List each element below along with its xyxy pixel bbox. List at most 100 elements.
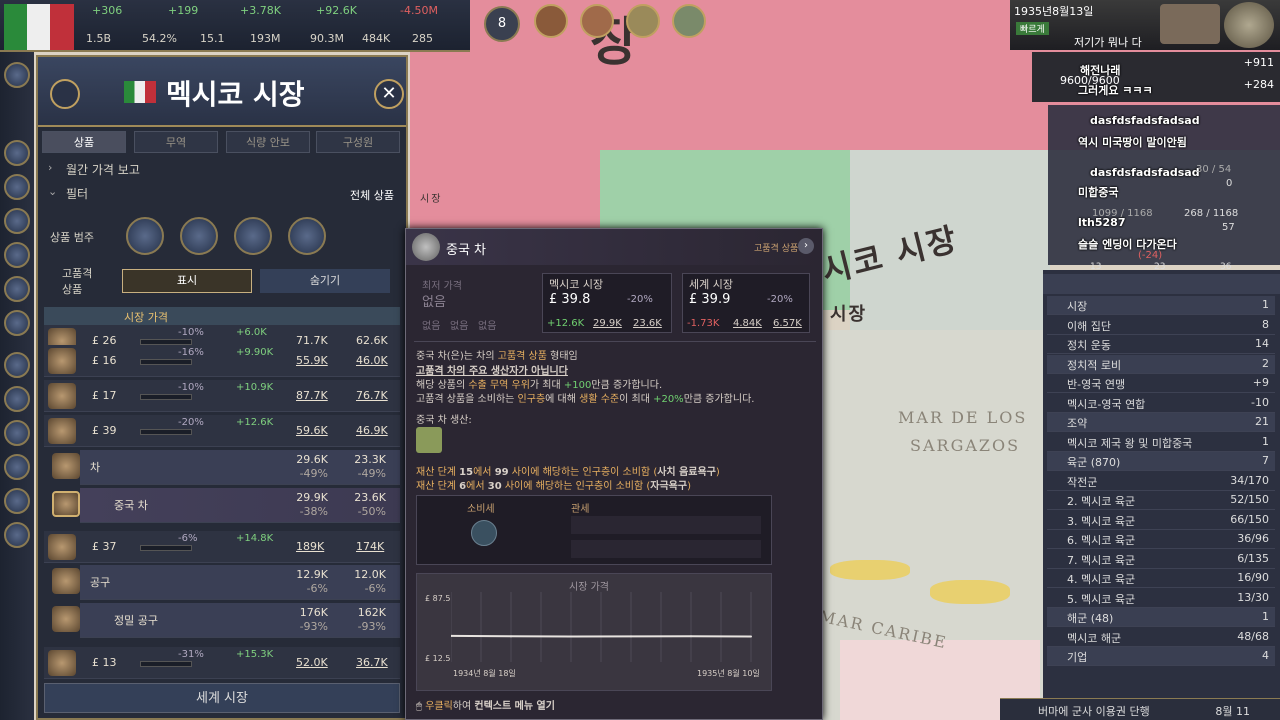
outliner-item[interactable]: 이해 집단 8 [1047, 316, 1275, 335]
category-industrial-icon[interactable] [180, 217, 218, 255]
outliner-item[interactable]: 멕시코 제국 왕 및 미합중국 1 [1047, 433, 1275, 452]
back-button[interactable] [50, 79, 80, 109]
outliner-item[interactable]: 7. 멕시코 육군 6/135 [1047, 550, 1275, 569]
table-row[interactable]: £ 17 -10% +10.9K 87.7K 76.7K [44, 380, 400, 412]
government-menu-icon[interactable] [4, 140, 30, 166]
row-supply[interactable]: 52.0K [296, 656, 328, 669]
outliner-item[interactable]: 5. 멕시코 육군 13/30 [1047, 589, 1275, 608]
row-supply[interactable]: 87.7K [296, 389, 328, 402]
outliner-item[interactable]: 시장 1 [1047, 296, 1275, 315]
outliner-item[interactable]: 멕시코 해군 48/68 [1047, 628, 1275, 647]
stat-gdp[interactable]: 1.5B [86, 32, 111, 45]
tab-trade[interactable]: 무역 [134, 131, 218, 153]
outliner-icon[interactable] [534, 4, 568, 38]
sub-row-tools[interactable]: 공구 12.9K -6% 12.0K -6% [52, 565, 400, 600]
import-tariff-slider[interactable] [571, 516, 761, 534]
chevron-right-icon[interactable]: › [48, 161, 52, 174]
clock-icon[interactable] [1224, 2, 1274, 48]
category-luxury-icon[interactable] [234, 217, 272, 255]
monthly-report-toggle[interactable]: 월간 가격 보고 [66, 161, 140, 178]
outliner-item[interactable]: 해군 (48) 1 [1047, 608, 1275, 627]
stat-literacy[interactable]: 54.2% [142, 32, 177, 45]
outliner-item[interactable]: 3. 멕시코 육군 66/150 [1047, 511, 1275, 530]
arrow-right-icon[interactable]: › [798, 238, 814, 254]
world-market-button[interactable]: 세계 시장 [44, 683, 400, 713]
mini-c: 1099 / 1168 [1092, 208, 1153, 219]
show-button[interactable]: 표시 [122, 269, 252, 293]
menu-1-icon[interactable] [4, 62, 30, 88]
budget-menu-icon[interactable] [4, 208, 30, 234]
outliner-item[interactable]: 기업 4 [1047, 647, 1275, 666]
table-row[interactable]: £ 13 -31% +15.3K 52.0K 36.7K [44, 647, 400, 679]
chevron-down-icon[interactable]: ⌄ [48, 185, 57, 198]
tax-lock-icon[interactable] [471, 520, 497, 546]
table-row[interactable]: £ 37 -6% +14.8K 189K 174K [44, 531, 400, 563]
military-menu-icon[interactable] [4, 276, 30, 302]
col-price-header[interactable]: 시장 가격 [124, 309, 168, 325]
stat-balance[interactable]: +92.6K [316, 4, 357, 17]
notification-counter[interactable]: 8 [484, 6, 520, 42]
row-supply[interactable]: 55.9K [296, 354, 328, 367]
stat-sol[interactable]: 15.1 [200, 32, 225, 45]
ledger-menu-icon[interactable] [4, 522, 30, 548]
outliner-item[interactable]: 육군 (870) 7 [1047, 452, 1275, 471]
outliner-item[interactable]: 조약 21 [1047, 413, 1275, 432]
politics-menu-icon[interactable] [4, 174, 30, 200]
row-demand[interactable]: 174K [356, 540, 384, 553]
export-tariff-slider[interactable] [571, 540, 761, 558]
filter-toggle[interactable]: 필터 [66, 185, 88, 202]
mexico-flag[interactable] [4, 4, 74, 50]
factory-icon[interactable] [1160, 4, 1220, 44]
row-demand[interactable]: 46.0K [356, 354, 388, 367]
stat-workforce[interactable]: 90.3M [310, 32, 344, 45]
outliner-item[interactable]: 멕시코-영국 연합 -10 [1047, 394, 1275, 413]
outliner-item[interactable]: 반-영국 연맹 +9 [1047, 374, 1275, 393]
outliner-item[interactable]: 4. 멕시코 육군 16/90 [1047, 569, 1275, 588]
row-supply[interactable]: 189K [296, 540, 324, 553]
culture-menu-icon[interactable] [4, 386, 30, 412]
hispaniola[interactable] [930, 580, 1010, 604]
sub-row-fine-tools[interactable]: 정밀 공구 176K -93% 162K -93% [52, 603, 400, 638]
pops-menu-icon[interactable] [4, 352, 30, 378]
category-staple-icon[interactable] [126, 217, 164, 255]
tab-food-security[interactable]: 식량 안보 [226, 131, 310, 153]
outliner-item[interactable]: 정치적 로비 2 [1047, 354, 1275, 374]
row-supply[interactable]: 59.6K [296, 424, 328, 437]
table-row[interactable]: £ 16 -16% +9.90K 55.9K 46.0K [44, 345, 400, 377]
row-demand[interactable]: 46.9K [356, 424, 388, 437]
stat-influence[interactable]: +3.78K [240, 4, 281, 17]
outliner-tabs[interactable] [1043, 274, 1280, 294]
sub-row-tea[interactable]: 차 29.6K -49% 23.3K -49% [52, 450, 400, 485]
speed-indicator[interactable]: 빠르게 [1016, 22, 1049, 35]
date-sub: 저기가 뭐나 다 [1074, 36, 1142, 49]
sub-row-chinese-tea[interactable]: 중국 차 29.9K -38% 23.6K -50% [52, 488, 400, 523]
outliner-item[interactable]: 2. 멕시코 육군 52/150 [1047, 491, 1275, 510]
stat-legitimacy[interactable]: +199 [168, 4, 198, 17]
outliner-item[interactable]: 6. 멕시코 육군 36/96 [1047, 530, 1275, 549]
outliner-item[interactable]: 정치 운동 14 [1047, 335, 1275, 354]
row-demand[interactable]: 76.7K [356, 389, 388, 402]
journal-menu-icon[interactable] [4, 488, 30, 514]
row-demand[interactable]: 36.7K [356, 656, 388, 669]
tab-goods[interactable]: 상품 [42, 131, 126, 153]
outliner-item[interactable]: 작전군 34/170 [1047, 472, 1275, 491]
bottom-notification[interactable]: 버마에 군사 이용권 단행 8월 11 [1000, 698, 1280, 720]
close-button[interactable]: ✕ [374, 79, 404, 109]
technology-icon[interactable] [626, 4, 660, 38]
tab-members[interactable]: 구성원 [316, 131, 400, 153]
religion-menu-icon[interactable] [4, 454, 30, 480]
tech-menu-icon[interactable] [4, 420, 30, 446]
government-icon[interactable] [672, 4, 706, 38]
cuba[interactable] [830, 560, 910, 580]
production-icon[interactable] [580, 4, 614, 38]
stat-army[interactable]: 484K [362, 32, 390, 45]
stat-income[interactable]: +306 [92, 4, 122, 17]
stat-bureaucracy[interactable]: 285 [412, 32, 433, 45]
market-menu-icon[interactable] [4, 242, 30, 268]
table-row[interactable]: £ 39 -20% +12.6K 59.6K 46.9K [44, 415, 400, 447]
category-military-icon[interactable] [288, 217, 326, 255]
diplomacy-menu-icon[interactable] [4, 310, 30, 336]
stat-debt[interactable]: -4.50M [400, 4, 438, 17]
hide-button[interactable]: 숨기기 [260, 269, 390, 293]
stat-pop[interactable]: 193M [250, 32, 281, 45]
